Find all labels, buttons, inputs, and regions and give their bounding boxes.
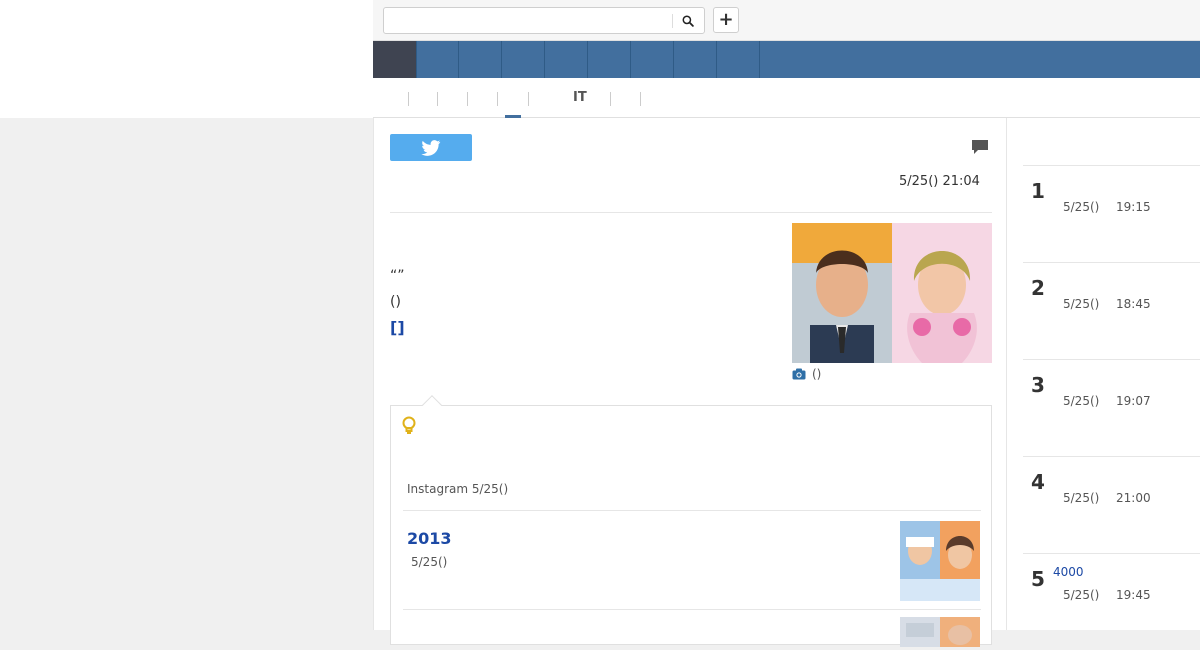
nav-item[interactable] bbox=[502, 41, 545, 78]
camera-icon bbox=[792, 368, 806, 380]
divider bbox=[390, 212, 992, 213]
ranking-title[interactable]: 4000 bbox=[1053, 565, 1084, 579]
ranking-number: 2 bbox=[1031, 276, 1045, 300]
search-input[interactable] bbox=[384, 8, 670, 33]
subtab-separator bbox=[528, 92, 529, 106]
ranking-time: 21:00 bbox=[1116, 491, 1151, 505]
lightbulb-icon bbox=[402, 416, 416, 434]
photo-man bbox=[792, 223, 892, 363]
ranking-item[interactable]: 5 4000 5/25() 19:45 bbox=[1023, 553, 1200, 650]
article-text-line: “” bbox=[390, 268, 405, 284]
ranking-number: 5 bbox=[1031, 567, 1045, 591]
ranking-date: 5/25() bbox=[1063, 491, 1100, 505]
article-photo[interactable] bbox=[792, 223, 992, 363]
left-blank-area bbox=[0, 0, 373, 118]
subtab-separator bbox=[497, 92, 498, 106]
ranking-item[interactable]: 3 5/25() 19:07 bbox=[1023, 359, 1200, 456]
ranking-time: 19:45 bbox=[1116, 588, 1151, 602]
comment-icon[interactable] bbox=[971, 139, 989, 155]
nav-item[interactable] bbox=[459, 41, 502, 78]
sub-tabs: IT bbox=[373, 78, 1200, 118]
subtab-separator bbox=[610, 92, 611, 106]
article-text: “” () [] bbox=[390, 263, 405, 341]
ranking-date: 5/25() bbox=[1063, 588, 1100, 602]
search-button[interactable] bbox=[676, 10, 700, 31]
related-meta: Instagram 5/25() bbox=[407, 482, 509, 496]
related-thumbnail[interactable] bbox=[900, 521, 980, 601]
related-box: Instagram 5/25() 2013 5/25() bbox=[390, 395, 992, 647]
nav-home[interactable] bbox=[373, 41, 416, 78]
ranking-sidebar: 1 5/25() 19:15 2 5/25() 18:45 3 5/25() 1… bbox=[1006, 118, 1200, 630]
ranking-item[interactable]: 2 5/25() 18:45 bbox=[1023, 262, 1200, 359]
ranking-date: 5/25() bbox=[1063, 200, 1100, 214]
divider bbox=[403, 510, 981, 511]
ranking-date: 5/25() bbox=[1063, 394, 1100, 408]
header: + bbox=[373, 0, 1200, 41]
add-button[interactable]: + bbox=[713, 7, 739, 33]
nav-item[interactable] bbox=[674, 41, 717, 78]
search-box bbox=[383, 7, 705, 34]
nav-item[interactable] bbox=[717, 41, 760, 78]
article: 5/25() 21:04 “” () [] () Instagram 5/25(… bbox=[373, 118, 1006, 647]
related-title[interactable]: 2013 bbox=[407, 529, 452, 548]
ranking-number: 4 bbox=[1031, 470, 1045, 494]
article-text-line: () bbox=[390, 294, 401, 310]
related-notch bbox=[422, 395, 442, 415]
search-divider bbox=[672, 14, 673, 28]
related-date: 5/25() bbox=[411, 555, 448, 569]
ranking-date: 5/25() bbox=[1063, 297, 1100, 311]
nav-item[interactable] bbox=[416, 41, 459, 78]
ranking-item[interactable]: 1 5/25() 19:15 bbox=[1023, 165, 1200, 262]
search-icon bbox=[682, 15, 694, 27]
related-thumbnail[interactable] bbox=[900, 617, 980, 647]
subtab-separator bbox=[467, 92, 468, 106]
divider bbox=[403, 609, 981, 610]
subtab-separator bbox=[408, 92, 409, 106]
ranking-time: 19:15 bbox=[1116, 200, 1151, 214]
nav-item[interactable] bbox=[545, 41, 588, 78]
tab-it[interactable]: IT bbox=[573, 90, 587, 105]
main-nav bbox=[373, 41, 1200, 78]
ranking-item[interactable]: 4 5/25() 21:00 bbox=[1023, 456, 1200, 553]
ranking-time: 19:07 bbox=[1116, 394, 1151, 408]
nav-item[interactable] bbox=[588, 41, 631, 78]
subtab-separator bbox=[640, 92, 641, 106]
tweet-button[interactable] bbox=[390, 134, 472, 161]
ranking-number: 1 bbox=[1031, 179, 1045, 203]
article-link[interactable]: [] bbox=[390, 318, 405, 337]
article-date: 5/25() 21:04 bbox=[899, 174, 980, 189]
ranking-number: 3 bbox=[1031, 373, 1045, 397]
ranking-time: 18:45 bbox=[1116, 297, 1151, 311]
twitter-icon bbox=[421, 139, 441, 156]
photo-caption: () bbox=[792, 367, 821, 381]
nav-item[interactable] bbox=[631, 41, 674, 78]
subtab-separator bbox=[437, 92, 438, 106]
photo-caption-text: () bbox=[812, 367, 822, 381]
photo-woman bbox=[892, 223, 992, 363]
